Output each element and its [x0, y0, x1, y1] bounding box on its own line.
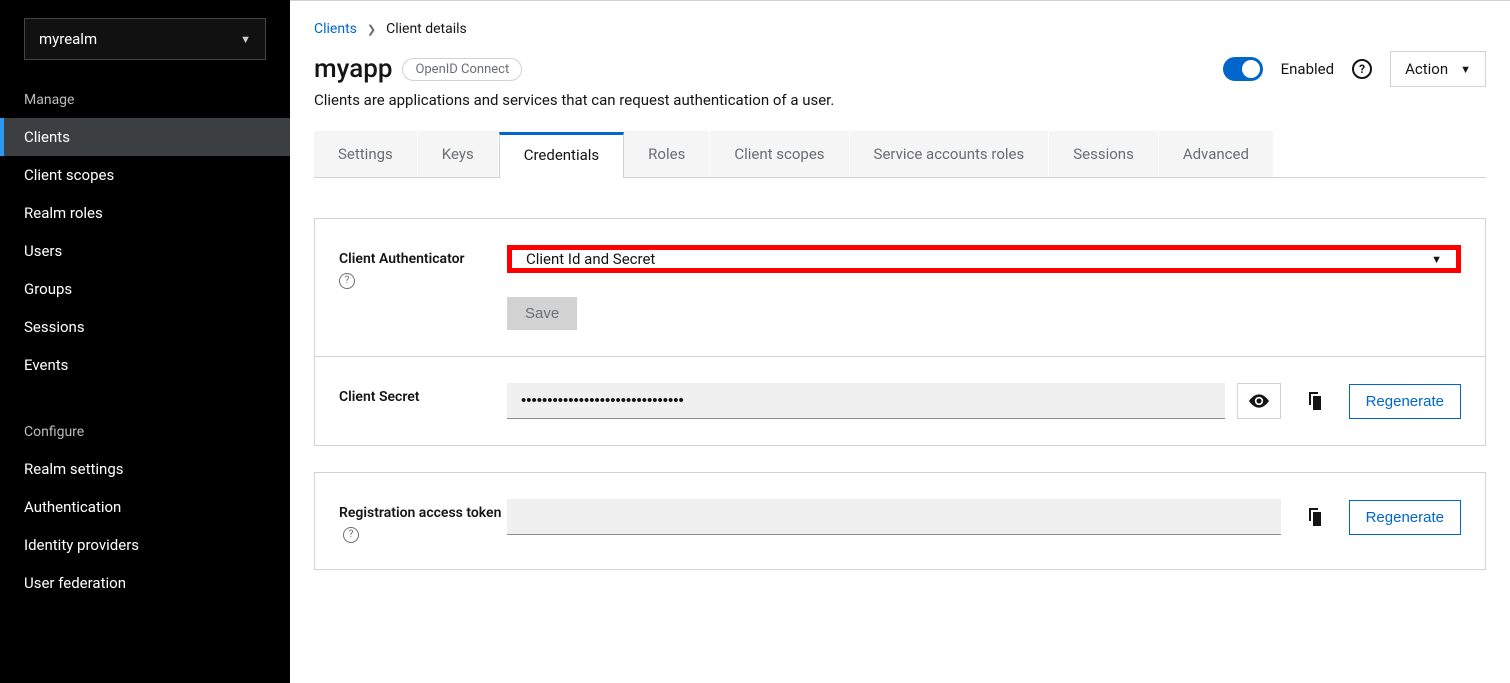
realm-selected-value: myrealm [39, 30, 97, 48]
help-icon[interactable]: ? [339, 273, 355, 289]
client-secret-input[interactable] [507, 383, 1225, 419]
sidebar-item-events[interactable]: Events [0, 346, 290, 384]
tab-settings[interactable]: Settings [314, 131, 418, 177]
tab-sessions[interactable]: Sessions [1049, 131, 1159, 177]
sidebar-item-authentication[interactable]: Authentication [0, 488, 290, 526]
sidebar-item-sessions[interactable]: Sessions [0, 308, 290, 346]
sidebar: myrealm ▼ Manage Clients Client scopes R… [0, 0, 290, 683]
tab-service-accounts-roles[interactable]: Service accounts roles [850, 131, 1050, 177]
reveal-secret-button[interactable] [1237, 383, 1281, 419]
sidebar-item-realm-roles[interactable]: Realm roles [0, 194, 290, 232]
tab-keys[interactable]: Keys [418, 131, 499, 177]
regenerate-token-button[interactable]: Regenerate [1349, 500, 1461, 535]
tab-advanced[interactable]: Advanced [1159, 131, 1274, 177]
chevron-down-icon: ▼ [240, 33, 251, 46]
copy-token-button[interactable] [1293, 499, 1337, 535]
copy-icon [1307, 392, 1323, 410]
sidebar-item-groups[interactable]: Groups [0, 270, 290, 308]
tabs: Settings Keys Credentials Roles Client s… [314, 131, 1486, 178]
copy-icon [1307, 508, 1323, 526]
copy-secret-button[interactable] [1293, 383, 1337, 419]
sidebar-item-clients[interactable]: Clients [0, 118, 290, 156]
save-button[interactable]: Save [507, 297, 577, 330]
regenerate-secret-button[interactable]: Regenerate [1349, 384, 1461, 419]
page-title: myapp [314, 54, 392, 84]
sidebar-item-identity-providers[interactable]: Identity providers [0, 526, 290, 564]
sidebar-section-manage: Manage [0, 78, 290, 118]
page-subtitle: Clients are applications and services th… [314, 91, 1486, 109]
main-content: Clients ❯ Client details myapp OpenID Co… [290, 0, 1510, 683]
protocol-badge: OpenID Connect [402, 58, 522, 81]
enabled-toggle[interactable] [1223, 57, 1263, 81]
sidebar-item-user-federation[interactable]: User federation [0, 564, 290, 602]
sidebar-item-users[interactable]: Users [0, 232, 290, 270]
chevron-down-icon: ▼ [1460, 63, 1471, 76]
help-icon[interactable]: ? [343, 527, 359, 543]
sidebar-item-client-scopes[interactable]: Client scopes [0, 156, 290, 194]
breadcrumb: Clients ❯ Client details [314, 21, 1486, 37]
panel-registration-token: Registration access token ? Regenerate [314, 472, 1486, 570]
registration-token-label: Registration access token ? [339, 499, 507, 543]
breadcrumb-root[interactable]: Clients [314, 21, 357, 37]
client-secret-label: Client Secret [339, 383, 507, 419]
help-icon[interactable]: ? [1352, 59, 1372, 79]
panel-authenticator: Client Authenticator ? Client Id and Sec… [314, 218, 1486, 446]
breadcrumb-current: Client details [386, 21, 467, 37]
tab-credentials[interactable]: Credentials [499, 132, 624, 178]
page-header: myapp OpenID Connect Enabled ? Action ▼ [314, 51, 1486, 87]
client-authenticator-label: Client Authenticator ? [339, 245, 507, 330]
client-authenticator-value: Client Id and Secret [526, 250, 655, 268]
tab-roles[interactable]: Roles [624, 131, 710, 177]
action-dropdown[interactable]: Action ▼ [1390, 51, 1486, 87]
registration-token-input[interactable] [507, 499, 1281, 535]
tab-client-scopes[interactable]: Client scopes [710, 131, 849, 177]
enabled-label: Enabled [1281, 60, 1334, 78]
realm-selector[interactable]: myrealm ▼ [24, 18, 266, 60]
chevron-right-icon: ❯ [367, 23, 376, 36]
action-label: Action [1405, 60, 1448, 78]
chevron-down-icon: ▼ [1431, 253, 1442, 266]
client-authenticator-select[interactable]: Client Id and Secret ▼ [507, 245, 1461, 273]
sidebar-section-configure: Configure [0, 410, 290, 450]
eye-icon [1249, 394, 1269, 408]
sidebar-item-realm-settings[interactable]: Realm settings [0, 450, 290, 488]
